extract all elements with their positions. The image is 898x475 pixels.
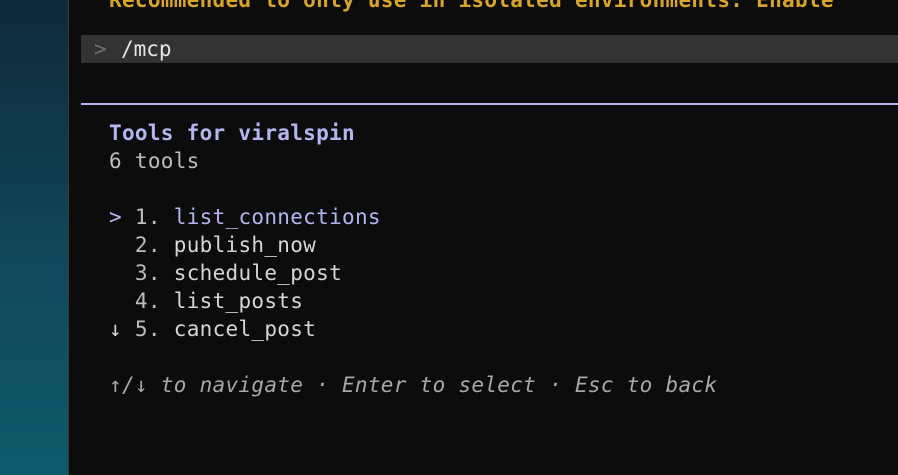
tool-name: publish_now bbox=[173, 233, 317, 257]
tool-item-list-connections[interactable]: > 1. list_connections bbox=[109, 203, 381, 231]
tool-number: 2. bbox=[134, 233, 161, 257]
tool-name: list_connections bbox=[173, 205, 381, 229]
tool-count: 6 tools bbox=[109, 149, 200, 173]
panel-title: Tools for viralspin bbox=[109, 121, 355, 145]
navigation-hint: ↑/↓ to navigate · Enter to select · Esc … bbox=[109, 373, 718, 397]
terminal-window[interactable]: Recommended to only use in isolated envi… bbox=[69, 0, 898, 475]
prompt-input-line[interactable]: > /mcp bbox=[81, 35, 898, 63]
selection-marker: > bbox=[109, 205, 122, 229]
selection-marker bbox=[109, 261, 122, 285]
tool-name: schedule_post bbox=[173, 261, 343, 285]
tool-item-publish-now[interactable]: 2. publish_now bbox=[109, 231, 316, 259]
tool-number: 3. bbox=[134, 261, 161, 285]
desktop-background bbox=[0, 0, 68, 475]
tool-name: cancel_post bbox=[173, 317, 317, 341]
tool-number: 1. bbox=[134, 205, 161, 229]
selection-marker bbox=[109, 289, 122, 313]
tool-number: 4. bbox=[134, 289, 161, 313]
panel-divider bbox=[81, 103, 898, 105]
scroll-down-arrow-icon: ↓ bbox=[109, 317, 122, 341]
tool-number: 5. bbox=[134, 317, 161, 341]
selection-marker bbox=[109, 233, 122, 257]
warning-message: Recommended to only use in isolated envi… bbox=[109, 0, 834, 12]
tool-name: list_posts bbox=[173, 289, 304, 313]
prompt-command: /mcp bbox=[121, 37, 172, 61]
prompt-caret-icon: > bbox=[94, 37, 107, 61]
tool-item-schedule-post[interactable]: 3. schedule_post bbox=[109, 259, 342, 287]
tool-item-cancel-post[interactable]: ↓ 5. cancel_post bbox=[109, 315, 316, 343]
tool-item-list-posts[interactable]: 4. list_posts bbox=[109, 287, 303, 315]
